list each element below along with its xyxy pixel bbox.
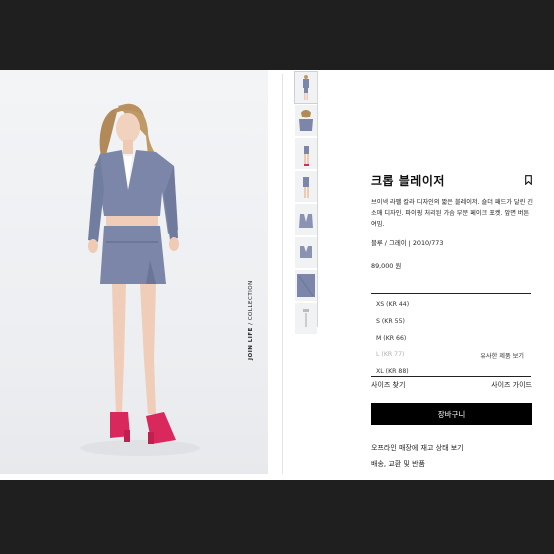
thumb-8[interactable] [295,303,317,334]
thumb-1[interactable] [294,71,318,104]
store-stock-link[interactable]: 오프라인 매장에 재고 상태 보기 [371,443,464,453]
size-guide-link[interactable]: 사이즈 가이드 [491,380,532,390]
size-option-xl[interactable]: XL (KR 88) [376,368,409,375]
thumb-5[interactable] [295,204,317,235]
thumbnail-strip [294,71,318,336]
vertical-divider [282,74,283,474]
product-price: 89,000 원 [371,262,402,270]
size-option-m[interactable]: M (KR 66) [376,335,406,342]
product-title: 크롭 블레이저 [371,174,445,188]
product-description: 브이넥 라펠 칼라 디자인의 짧은 블레이저. 숄더 패드가 달린 긴소매 디자… [371,199,533,228]
product-main-image[interactable]: JOIN LIFE / COLLECTION [0,70,268,474]
thumb-3[interactable] [295,138,317,169]
join-life-label: JOIN LIFE / COLLECTION [248,280,254,360]
thumb-4[interactable] [295,171,317,202]
add-to-cart-button[interactable]: 장바구니 [371,403,532,425]
thumbnail-scrollbar[interactable] [317,72,318,327]
size-finder-link[interactable]: 사이즈 찾기 [371,380,405,390]
product-color-ref: 블루 / 그레이 | 2010/773 [371,239,444,247]
shipping-returns-link[interactable]: 배송, 교환 및 반품 [371,459,425,469]
product-page: JOIN LIFE / COLLECTION 크롭 블레이저 브이넥 라펠 칼라… [0,70,554,480]
thumb-2[interactable] [295,105,317,136]
bookmark-icon[interactable] [525,175,532,185]
thumb-6[interactable] [295,237,317,268]
size-selector: XS (KR 44) S (KR 55) M (KR 66) L (KR 77)… [371,293,531,377]
size-divider [371,376,531,377]
size-option-l[interactable]: L (KR 77) [376,351,404,358]
model-illustration [80,103,200,456]
size-option-s[interactable]: S (KR 55) [376,318,405,325]
size-option-xs[interactable]: XS (KR 44) [376,301,409,308]
title-row: 크롭 블레이저 [371,172,533,190]
thumb-7[interactable] [295,270,317,301]
similar-products-link[interactable]: 유사한 제품 보기 [480,351,524,360]
